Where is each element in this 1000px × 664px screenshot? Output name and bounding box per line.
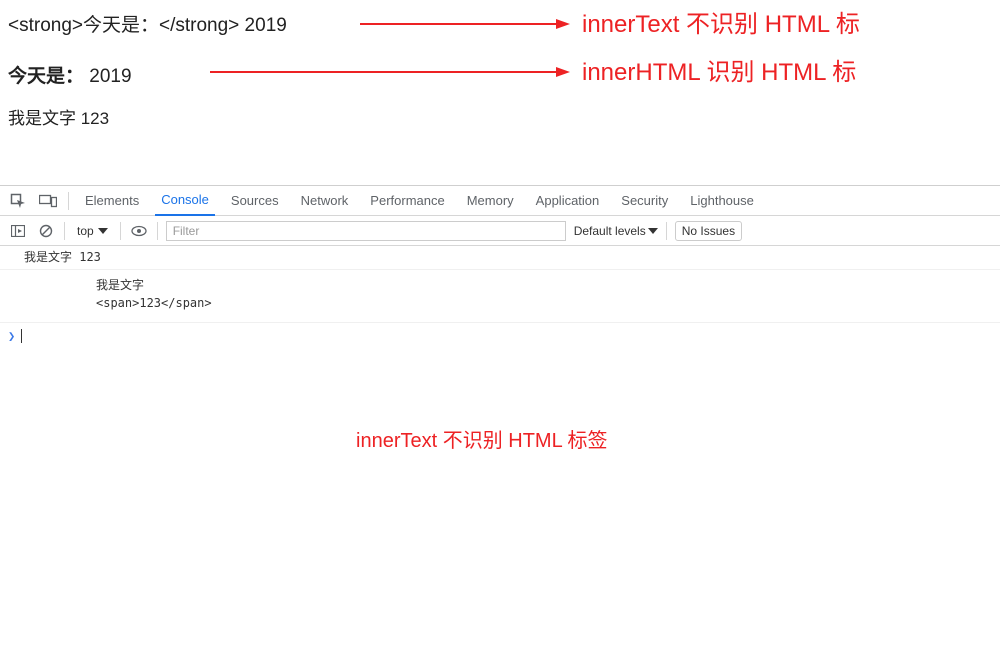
console-prompt[interactable]: ❯ [0,323,1000,349]
inspect-element-icon[interactable] [8,191,28,211]
tab-memory[interactable]: Memory [461,186,520,216]
context-selector[interactable]: top [73,224,112,238]
console-log-2-line1: 我是文字 [96,278,144,292]
issues-label: No Issues [682,224,735,238]
show-sidebar-icon[interactable] [8,221,28,241]
separator [666,222,667,240]
tab-console[interactable]: Console [155,186,215,216]
separator [157,222,158,240]
tab-network[interactable]: Network [295,186,355,216]
page-content: <strong>今天是：</strong> 2019 今天是： 2019 我是文… [0,0,1000,185]
separator [68,192,69,210]
tab-elements[interactable]: Elements [79,186,145,216]
tab-sources[interactable]: Sources [225,186,285,216]
separator [120,222,121,240]
clear-console-icon[interactable] [36,221,56,241]
devtools-tabbar: Elements Console Sources Network Perform… [0,186,1000,216]
console-log-1: 我是文字 123 [0,246,1000,270]
issues-badge[interactable]: No Issues [675,221,742,241]
text-line-2-bold: 今天是： [8,66,84,87]
arrow-2 [210,66,570,70]
console-output: 我是文字 123 我是文字 <span>123</span> ❯ [0,246,1000,349]
console-log-2-line2: <span>123</span> [96,296,212,310]
annotation-center: innerText 不识别 HTML 标签 [356,424,608,453]
filter-input[interactable]: Filter [166,221,566,241]
arrow-1 [360,18,570,22]
prompt-caret-icon: ❯ [8,329,15,343]
context-label: top [77,224,94,238]
tab-security[interactable]: Security [615,186,674,216]
device-toggle-icon[interactable] [38,191,58,211]
tab-lighthouse[interactable]: Lighthouse [684,186,760,216]
log-levels-selector[interactable]: Default levels [574,224,658,238]
chevron-down-icon [648,228,658,234]
text-line-2-rest: 2019 [84,66,132,87]
chevron-down-icon [98,228,108,234]
console-toolbar: top Filter Default levels No Issues [0,216,1000,246]
console-log-2: 我是文字 <span>123</span> [0,270,1000,323]
levels-label: Default levels [574,224,646,238]
separator [64,222,65,240]
annotation-innerhtml: innerHTML 识别 HTML 标 [582,52,856,87]
text-cursor [21,329,22,343]
annotation-innertext: innerText 不识别 HTML 标 [582,4,860,39]
filter-placeholder: Filter [173,224,200,238]
text-line-3: 我是文字 123 [8,104,992,129]
devtools-panel: Elements Console Sources Network Perform… [0,185,1000,349]
tab-application[interactable]: Application [530,186,606,216]
tab-performance[interactable]: Performance [364,186,450,216]
live-expression-icon[interactable] [129,221,149,241]
